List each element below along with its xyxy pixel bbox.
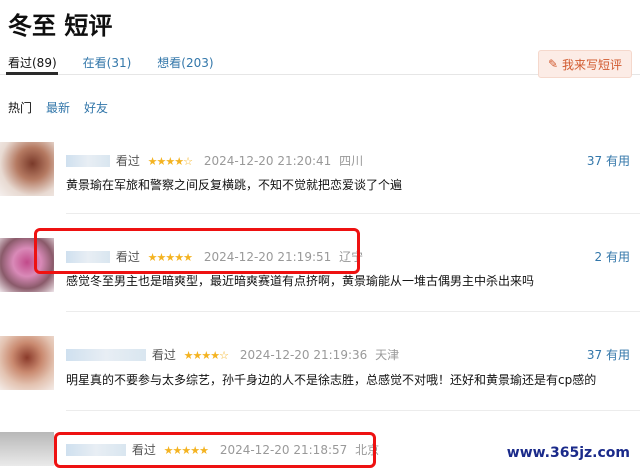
tab-watching[interactable]: 在看(31)	[83, 54, 132, 71]
review-meta: 看过 ★★★★☆ 2024-12-20 21:20:41 四川	[66, 152, 363, 169]
review-status: 看过	[115, 154, 140, 168]
page-title: 冬至 短评	[8, 12, 113, 40]
useful-count[interactable]: 37 有用	[587, 346, 630, 363]
tab-active-indicator	[6, 72, 58, 75]
highlight-box	[34, 228, 360, 274]
review-time: 2024-12-20 21:20:41	[203, 154, 332, 168]
avatar[interactable]	[0, 432, 54, 466]
avatar[interactable]	[0, 142, 54, 196]
write-review-button[interactable]: ✎ 我来写短评	[538, 50, 632, 78]
sort-friends[interactable]: 好友	[84, 99, 108, 116]
review-location: 四川	[339, 154, 364, 168]
review-time: 2024-12-20 21:19:36	[239, 348, 368, 362]
tab-bar: 看过(89) 在看(31) 想看(203)	[8, 54, 240, 71]
star-rating: ★★★★☆	[183, 349, 229, 362]
watermark: www.365jz.com	[502, 444, 634, 462]
write-review-label: 我来写短评	[562, 57, 623, 72]
review-location: 天津	[375, 348, 400, 362]
review-divider	[66, 213, 640, 214]
tab-want[interactable]: 想看(203)	[157, 54, 213, 71]
review-content: 明星真的不要参与太多综艺，孙千身边的人不是徐志胜，总感觉不对哦！还好和黄景瑜还是…	[66, 373, 597, 387]
username[interactable]	[66, 349, 146, 361]
highlight-box	[54, 432, 376, 468]
useful-count[interactable]: 2 有用	[595, 248, 630, 265]
username[interactable]	[66, 155, 110, 167]
star-rating: ★★★★☆	[147, 155, 193, 168]
sort-latest[interactable]: 最新	[46, 99, 70, 116]
review-divider	[66, 311, 640, 312]
sort-options: 热门 最新 好友	[8, 99, 122, 116]
avatar[interactable]	[0, 336, 54, 390]
review-status: 看过	[151, 348, 176, 362]
review-content: 黄景瑜在军旅和警察之间反复横跳，不知不觉就把恋爱谈了个遍	[66, 178, 403, 192]
review-divider	[66, 410, 640, 411]
review-meta: 看过 ★★★★☆ 2024-12-20 21:19:36 天津	[66, 346, 399, 363]
review-content: 感觉冬至男主也是暗爽型，最近暗爽赛道有点挤啊，黄景瑜能从一堆古偶男主中杀出来吗	[66, 274, 535, 288]
useful-count[interactable]: 37 有用	[587, 152, 630, 169]
pencil-icon: ✎	[547, 57, 559, 71]
tab-seen[interactable]: 看过(89)	[8, 54, 57, 71]
sort-hot[interactable]: 热门	[8, 99, 32, 116]
